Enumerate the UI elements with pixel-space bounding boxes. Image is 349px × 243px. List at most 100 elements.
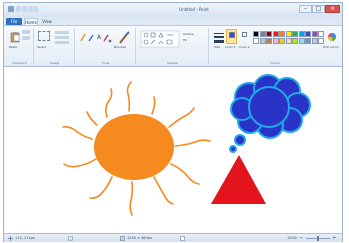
undo-icon[interactable]	[22, 6, 27, 12]
color-swatch[interactable]	[272, 38, 279, 44]
brushes-button[interactable]	[116, 30, 130, 44]
image-group: Select Image	[35, 28, 75, 65]
color1-swatch	[229, 32, 235, 38]
cloud-bubble	[234, 134, 246, 146]
image-group-label: Image	[49, 61, 60, 65]
sun-ray	[126, 81, 132, 112]
resize-button[interactable]	[55, 36, 69, 39]
color2-label: Color 2	[239, 45, 250, 49]
size-icon	[214, 33, 224, 43]
brushes-label: Brushes	[114, 45, 127, 49]
sun-ray	[89, 176, 113, 199]
shapes-group: Outline Fill Shapes	[137, 28, 209, 65]
tab-file[interactable]: File	[6, 18, 22, 25]
color1-button[interactable]	[226, 29, 237, 44]
color-swatch[interactable]	[279, 38, 285, 44]
cursor-position: 172, 111px	[15, 236, 35, 240]
color-swatch[interactable]	[259, 38, 266, 44]
color-swatch[interactable]	[259, 31, 266, 37]
shapes-group-label: Shapes	[167, 61, 178, 65]
save-icon[interactable]	[16, 6, 21, 12]
rotate-button[interactable]	[55, 41, 69, 44]
close-icon: ×	[329, 5, 336, 12]
zoom-in-button[interactable]: +	[332, 235, 336, 241]
thought-cloud	[229, 74, 311, 153]
sun-ray	[63, 158, 97, 168]
tab-view[interactable]: View	[40, 18, 54, 25]
canvas-drawing	[62, 74, 311, 216]
color-swatch[interactable]	[311, 38, 318, 44]
ribbon: Paste Clipboard Select Image A Brushes T…	[4, 25, 342, 67]
cut-button[interactable]	[22, 30, 30, 34]
color-swatch[interactable]	[285, 31, 292, 37]
size-button[interactable]	[212, 30, 224, 44]
svg-text:A: A	[97, 34, 102, 41]
clipboard-group: Paste Clipboard	[6, 28, 34, 65]
color-swatch[interactable]	[318, 38, 324, 44]
clipboard-group-label: Clipboard	[12, 61, 27, 65]
color-wheel-icon	[328, 33, 336, 41]
color2-button[interactable]	[239, 29, 249, 44]
sun-ray	[86, 111, 98, 126]
copy-button[interactable]	[22, 36, 30, 40]
crop-button[interactable]	[55, 31, 69, 34]
tab-home[interactable]: Home	[24, 18, 38, 25]
sun-body	[94, 114, 174, 180]
qat-customize-icon[interactable]	[34, 6, 38, 12]
sun-ray	[170, 163, 200, 185]
color-swatch[interactable]	[285, 38, 292, 44]
color-swatch[interactable]	[305, 38, 311, 44]
colors-group: Size Color 1 Color 2 Edit colors Colors	[210, 28, 340, 65]
redo-icon[interactable]	[28, 6, 33, 12]
color-swatch[interactable]	[311, 31, 318, 37]
maximize-icon: □	[315, 5, 322, 12]
image-size: 1235 × 480px	[127, 236, 153, 240]
cloud-bubble	[229, 145, 237, 153]
fill-dropdown[interactable]: Fill	[183, 38, 187, 42]
status-bar: 172, 111px 1235 × 480px 100% − +	[4, 233, 342, 242]
color-swatch[interactable]	[253, 38, 259, 44]
color1-label: Color 1	[225, 45, 236, 49]
select-button[interactable]	[38, 31, 50, 41]
outline-dropdown[interactable]: Outline	[183, 32, 194, 36]
color-swatch[interactable]	[272, 31, 279, 37]
select-label: Select	[37, 45, 47, 49]
paste-button[interactable]	[9, 30, 20, 44]
color-swatch[interactable]	[292, 38, 298, 44]
close-button[interactable]: ×	[325, 5, 340, 13]
file-size-icon	[180, 236, 185, 241]
sun-ray	[153, 176, 174, 205]
paint-window: Untitled - Paint – □ × File Home View Pa…	[3, 2, 343, 242]
image-size-icon	[120, 236, 125, 241]
drawing-canvas[interactable]	[4, 67, 342, 235]
ribbon-tabs: File Home View	[4, 17, 342, 25]
sun-ray	[105, 88, 113, 118]
color-swatch[interactable]	[279, 31, 285, 37]
zoom-slider-thumb[interactable]	[317, 236, 319, 241]
title-bar: Untitled - Paint – □ ×	[4, 3, 342, 17]
edit-colors-label: Edit colors	[323, 45, 339, 49]
brush-icon	[119, 31, 130, 44]
red-triangle	[211, 155, 266, 204]
color-swatch[interactable]	[298, 38, 305, 44]
color-swatch[interactable]	[298, 31, 305, 37]
window-title: Untitled - Paint	[179, 7, 209, 12]
color-swatch[interactable]	[305, 31, 311, 37]
edit-colors-button[interactable]	[326, 30, 336, 44]
size-label: Size	[214, 45, 221, 49]
selection-size-icon	[68, 236, 73, 241]
color-swatch[interactable]	[266, 31, 272, 37]
color-swatch[interactable]	[318, 31, 324, 37]
colors-group-label: Colors	[270, 61, 280, 65]
shapes-gallery[interactable]	[140, 30, 180, 48]
sun-ray	[174, 139, 211, 147]
zoom-out-button[interactable]: −	[299, 235, 303, 241]
color-swatch[interactable]	[253, 31, 259, 37]
tools-icons[interactable]: A	[80, 31, 112, 45]
app-menu-icon[interactable]	[8, 6, 14, 12]
color-swatch[interactable]	[266, 38, 272, 44]
minimize-button[interactable]: –	[299, 5, 312, 13]
minimize-icon: –	[304, 5, 307, 12]
maximize-button[interactable]: □	[312, 5, 325, 13]
color-swatch[interactable]	[292, 31, 298, 37]
